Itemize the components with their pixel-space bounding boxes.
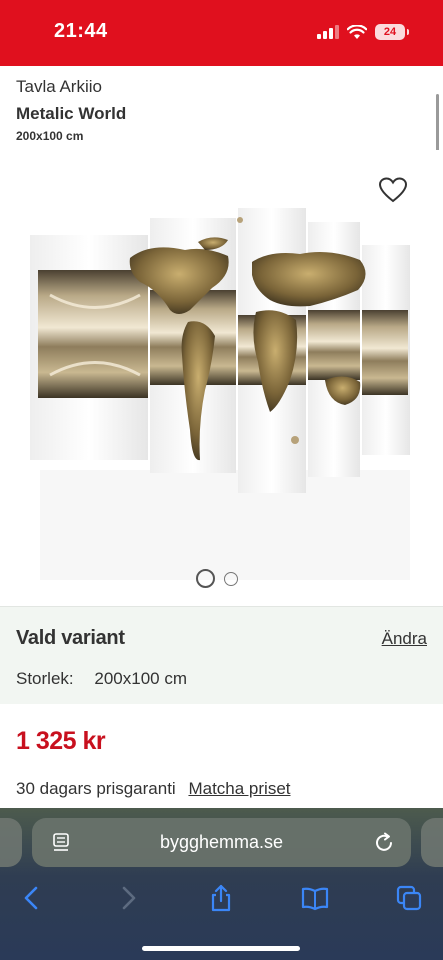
browser-toolbar: bygghemma.se xyxy=(0,808,443,960)
next-tab-preview[interactable] xyxy=(421,818,443,867)
price-guarantee-text: 30 dagars prisgaranti xyxy=(16,779,176,798)
favorite-heart-icon[interactable] xyxy=(378,176,408,204)
variant-size-row: Storlek: 200x100 cm xyxy=(16,669,187,689)
change-variant-link[interactable]: Ändra xyxy=(382,629,427,649)
url-text: bygghemma.se xyxy=(159,832,284,852)
tabs-icon[interactable] xyxy=(395,884,423,912)
status-icons: 24 xyxy=(317,24,409,40)
address-bar[interactable]: bygghemma.se xyxy=(32,818,411,867)
product-price: 1 325 kr xyxy=(16,727,106,755)
match-price-link[interactable]: Matcha priset xyxy=(188,779,290,798)
wifi-icon xyxy=(347,24,367,39)
battery-icon: 24 xyxy=(375,24,409,40)
size-value: 200x100 cm xyxy=(94,669,187,688)
pagination-dot[interactable] xyxy=(224,571,238,586)
variant-heading: Vald variant xyxy=(16,627,125,649)
home-indicator[interactable] xyxy=(142,946,300,951)
previous-tab-preview[interactable] xyxy=(0,818,22,867)
bookmarks-icon[interactable] xyxy=(301,884,329,912)
status-bar: 21:44 24 xyxy=(0,0,443,66)
product-size: 200x100 cm xyxy=(16,129,84,143)
share-icon[interactable] xyxy=(207,884,235,912)
product-brand: Tavla Arkiio xyxy=(16,77,102,96)
pagination-dot-active[interactable] xyxy=(196,569,215,588)
image-pagination xyxy=(196,569,238,588)
product-title: Metalic World xyxy=(16,104,127,123)
variant-panel: Vald variant Ändra Storlek: 200x100 cm xyxy=(0,606,443,704)
status-time: 21:44 xyxy=(54,20,108,42)
size-label: Storlek: xyxy=(16,669,74,688)
reload-icon[interactable] xyxy=(373,832,395,854)
cellular-signal-icon xyxy=(317,25,339,39)
price-guarantee-row: 30 dagars prisgaranti Matcha priset xyxy=(16,779,291,799)
product-image[interactable] xyxy=(0,150,443,605)
forward-icon[interactable] xyxy=(114,884,142,912)
back-icon[interactable] xyxy=(18,884,46,912)
